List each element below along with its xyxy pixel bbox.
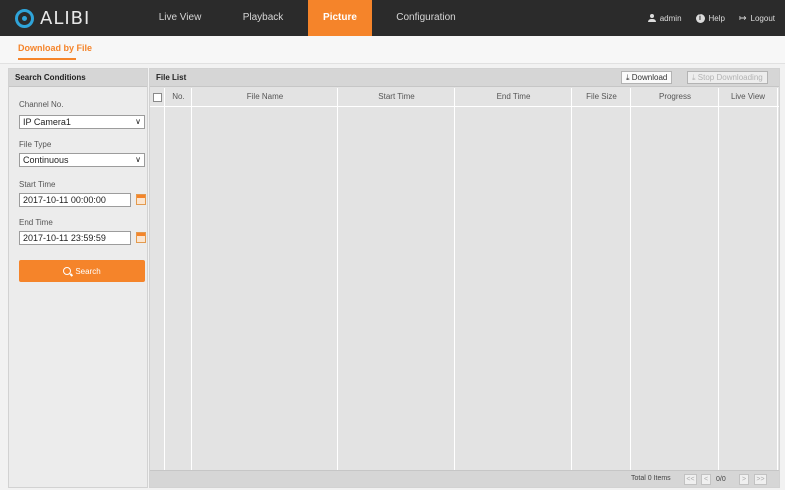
- tab-download-by-file[interactable]: Download by File: [18, 43, 92, 53]
- end-time-input[interactable]: 2017-10-11 23:59:59: [19, 231, 131, 245]
- file-list-title: File List: [156, 73, 187, 82]
- stop-download-icon: ⤓: [692, 73, 696, 82]
- download-button[interactable]: ⤓ Download: [621, 71, 673, 84]
- end-time-label: End Time: [19, 218, 53, 227]
- total-items: Total 0 Items: [631, 475, 671, 482]
- column-header-live-view[interactable]: Live View: [719, 88, 777, 106]
- column-header-progress[interactable]: Progress: [631, 88, 719, 106]
- nav-playback[interactable]: Playback: [232, 0, 294, 36]
- filetype-select[interactable]: Continuous ∨: [19, 153, 145, 167]
- sub-tab-bar: Download by File: [0, 36, 785, 64]
- tab-active-indicator: [18, 58, 76, 60]
- search-conditions-title: Search Conditions: [9, 69, 147, 87]
- top-navigation-bar: ALIBI Live View Playback Picture Configu…: [0, 0, 785, 36]
- filetype-label: File Type: [19, 140, 52, 149]
- column-divider: [337, 88, 338, 470]
- chevron-down-icon: ∨: [135, 155, 141, 164]
- user-menu[interactable]: admin: [647, 13, 682, 23]
- download-label: Download: [631, 73, 668, 82]
- column-header-end-time[interactable]: End Time: [455, 88, 572, 106]
- channel-label: Channel No.: [19, 100, 64, 109]
- stop-downloading-button[interactable]: ⤓ Stop Downloading: [687, 71, 768, 84]
- column-divider: [571, 88, 572, 470]
- page-indicator: 0/0: [716, 476, 726, 483]
- file-list-header: File List ⤓ Download ⤓ Stop Downloading: [150, 69, 779, 87]
- select-all-checkbox[interactable]: [153, 93, 162, 102]
- search-button-label: Search: [75, 266, 101, 276]
- next-page-button[interactable]: >: [739, 474, 749, 485]
- user-area: admin i Help ↦ Logout: [647, 0, 775, 36]
- start-time-input[interactable]: 2017-10-11 00:00:00: [19, 193, 131, 207]
- last-page-button[interactable]: >>: [754, 474, 767, 485]
- brand-logo: ALIBI: [15, 8, 90, 29]
- nav-configuration[interactable]: Configuration: [386, 0, 466, 36]
- help-icon: i: [695, 13, 705, 23]
- pagination-footer: Total 0 Items << < 0/0 > >>: [150, 470, 779, 487]
- search-button[interactable]: Search: [19, 260, 145, 282]
- prev-page-button[interactable]: <: [701, 474, 711, 485]
- file-list-panel: File List ⤓ Download ⤓ Stop Downloading …: [149, 68, 780, 488]
- column-divider: [191, 88, 192, 470]
- channel-select[interactable]: IP Camera1 ∨: [19, 115, 145, 129]
- column-divider: [164, 88, 165, 470]
- start-time-label: Start Time: [19, 180, 56, 189]
- username: admin: [659, 13, 682, 23]
- column-divider: [777, 88, 778, 470]
- column-divider: [630, 88, 631, 470]
- nav-live-view[interactable]: Live View: [150, 0, 210, 36]
- calendar-icon[interactable]: [136, 232, 146, 243]
- logout-label: Logout: [750, 13, 775, 23]
- filetype-value: Continuous: [23, 155, 69, 165]
- column-header-start-time[interactable]: Start Time: [338, 88, 455, 106]
- help-label: Help: [708, 13, 725, 23]
- column-divider: [718, 88, 719, 470]
- search-icon: [63, 267, 72, 275]
- chevron-down-icon: ∨: [135, 117, 141, 126]
- column-divider: [454, 88, 455, 470]
- user-icon: [647, 14, 656, 22]
- channel-value: IP Camera1: [23, 117, 71, 127]
- column-header-no[interactable]: No.: [165, 88, 192, 106]
- first-page-button[interactable]: <<: [684, 474, 697, 485]
- calendar-icon[interactable]: [136, 194, 146, 205]
- logout-link[interactable]: ↦ Logout: [739, 13, 775, 24]
- header-row-divider: [150, 106, 779, 107]
- logo-text: ALIBI: [40, 8, 91, 29]
- column-header-file-name[interactable]: File Name: [192, 88, 338, 106]
- download-icon: ⤓: [626, 73, 630, 82]
- logout-icon: ↦: [738, 12, 747, 23]
- column-header-file-size[interactable]: File Size: [572, 88, 631, 106]
- search-conditions-panel: Search Conditions Channel No. IP Camera1…: [8, 68, 148, 488]
- nav-picture[interactable]: Picture: [308, 0, 372, 36]
- stop-downloading-label: Stop Downloading: [697, 73, 763, 82]
- help-link[interactable]: i Help: [695, 13, 725, 23]
- logo-icon: [15, 9, 34, 28]
